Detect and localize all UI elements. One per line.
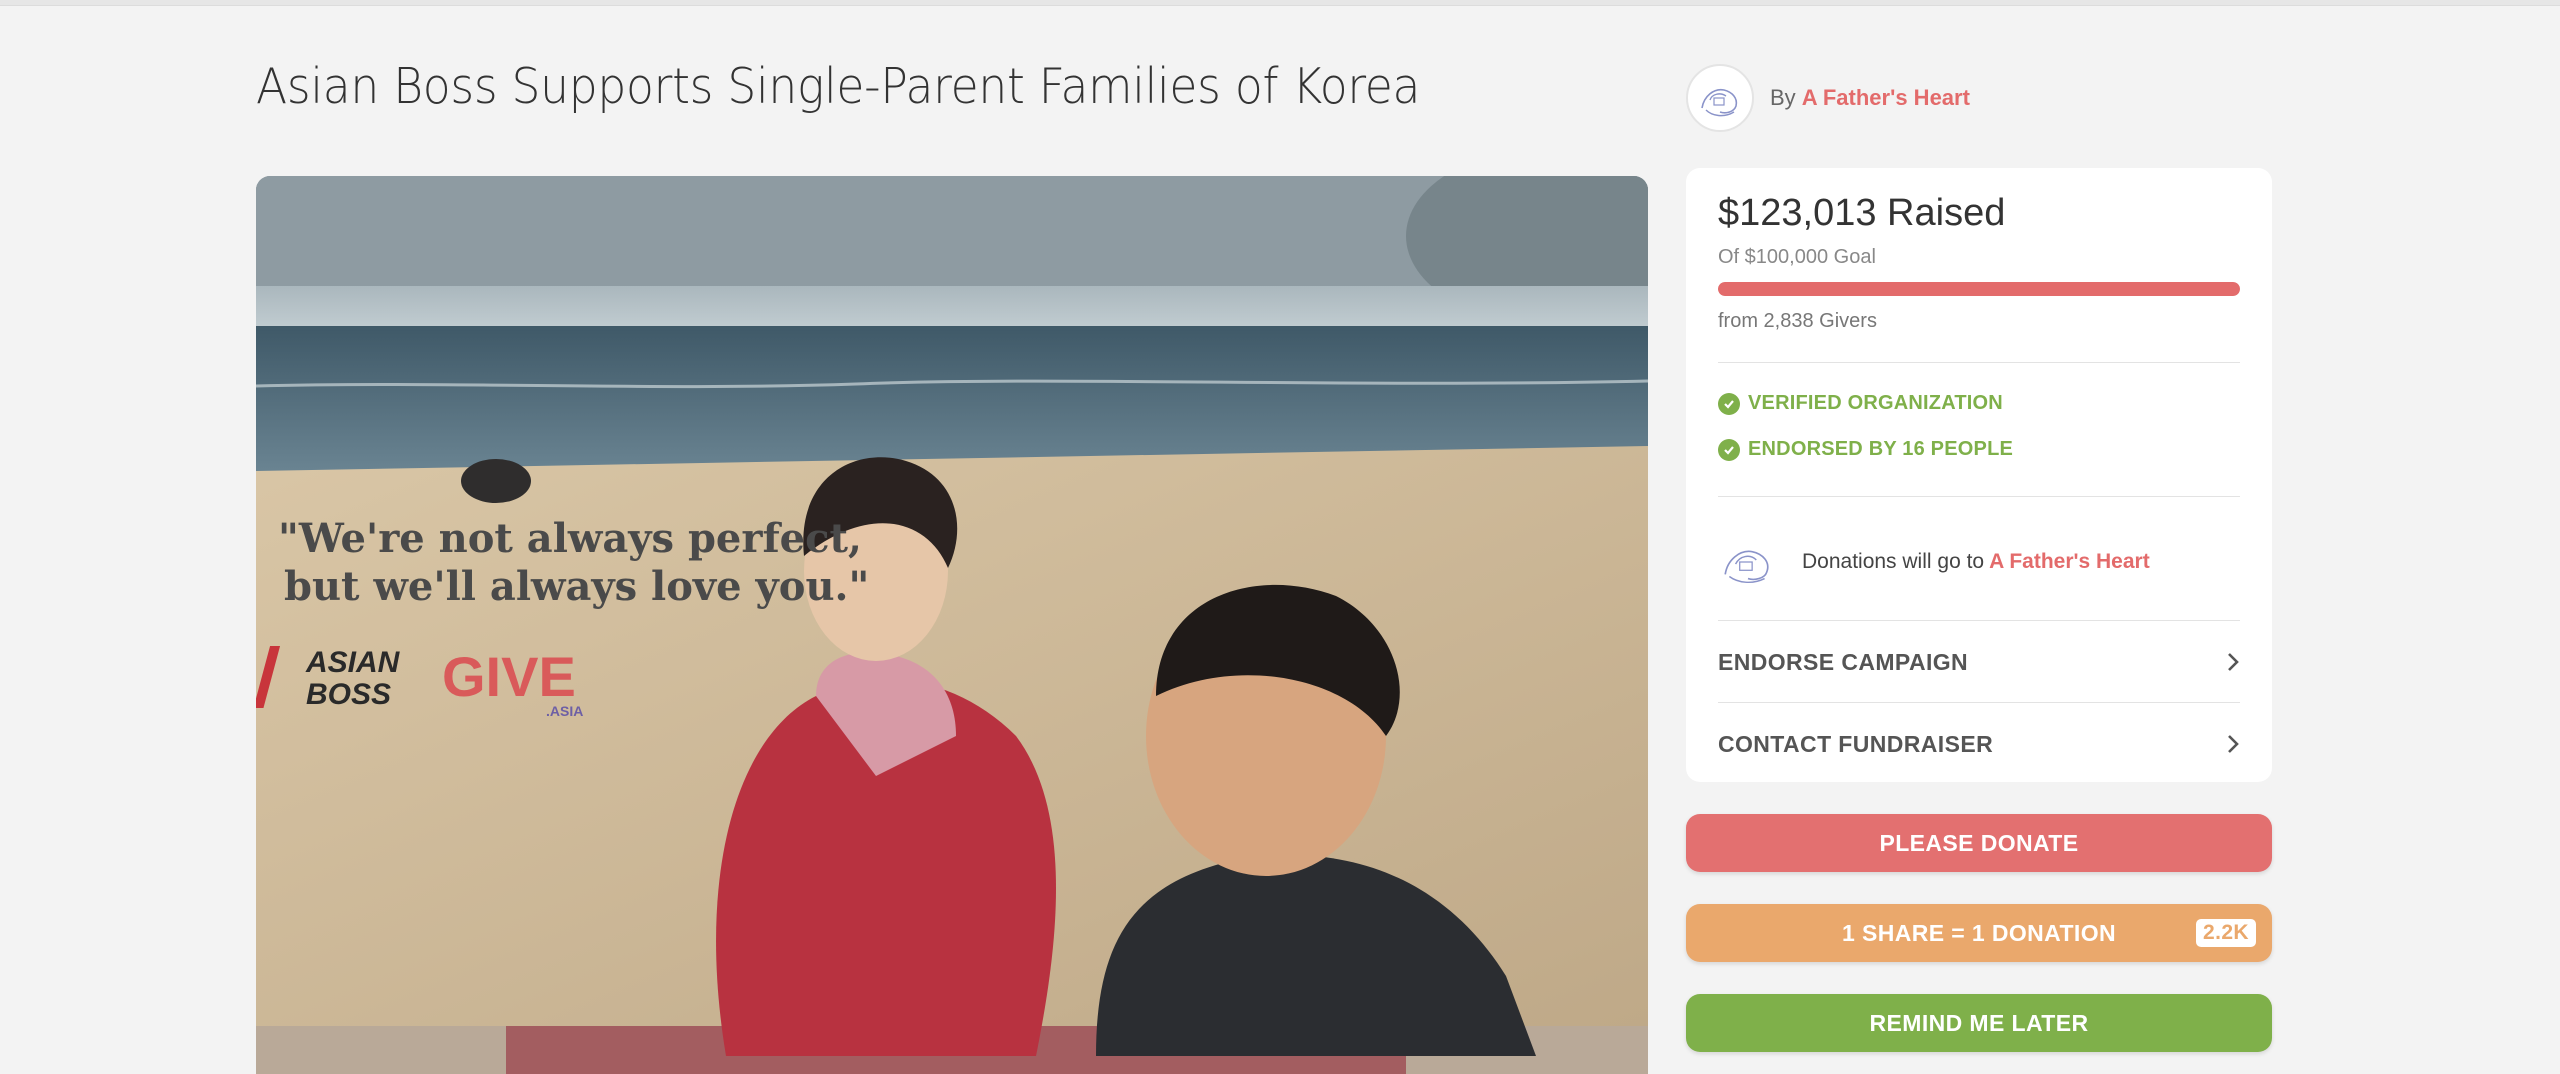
donate-button-label: PLEASE DONATE — [1879, 829, 2079, 856]
divider — [1718, 620, 2240, 621]
donation-destination: Donations will go to A Father's Heart — [1718, 532, 2150, 592]
verified-badge: VERIFIED ORGANIZATION — [1718, 392, 2003, 415]
endorse-campaign-label: ENDORSE CAMPAIGN — [1718, 648, 1969, 675]
organizer-link[interactable]: A Father's Heart — [1802, 85, 1970, 111]
organizer-row: By A Father's Heart — [1686, 64, 1970, 132]
progress-bar — [1718, 282, 2240, 296]
chevron-right-icon — [2228, 653, 2239, 671]
give-asia-logo: GIVE .ASIA — [442, 645, 583, 719]
donation-panel: $123,013 Raised Of $100,000 Goal from 2,… — [1686, 168, 2272, 782]
remind-button[interactable]: REMIND ME LATER — [1686, 994, 2272, 1052]
contact-fundraiser-label: CONTACT FUNDRAISER — [1718, 730, 1994, 757]
check-circle-icon — [1718, 438, 1740, 461]
givers-count: from 2,838 Givers — [1718, 310, 1877, 332]
svg-text:GIVE: GIVE — [442, 645, 576, 708]
organizer-avatar[interactable] — [1686, 64, 1754, 132]
destination-text: Donations will go to A Father's Heart — [1802, 550, 2150, 574]
destination-label: Donations will go to — [1802, 550, 1985, 573]
top-bar — [0, 0, 2560, 6]
svg-text:BOSS: BOSS — [306, 678, 391, 711]
divider — [1718, 362, 2240, 363]
endorsed-badge: ENDORSED BY 16 PEOPLE — [1718, 438, 2013, 461]
organizer-logo-icon — [1718, 532, 1778, 592]
campaign-hero-image: "We're not always perfect, but we'll alw… — [256, 176, 1648, 1074]
endorse-campaign-row[interactable]: ENDORSE CAMPAIGN — [1718, 642, 2240, 682]
progress-fill — [1718, 282, 2240, 296]
donate-button[interactable]: PLEASE DONATE — [1686, 814, 2272, 872]
organizer-logo-icon — [1701, 88, 1738, 117]
destination-org-link[interactable]: A Father's Heart — [1989, 550, 2150, 573]
goal-text: Of $100,000 Goal — [1718, 246, 1876, 268]
share-count-badge: 2.2K — [2196, 919, 2256, 947]
remind-button-label: REMIND ME LATER — [1869, 1009, 2089, 1036]
by-label: By — [1770, 85, 1796, 110]
verified-label: VERIFIED ORGANIZATION — [1748, 392, 2003, 414]
share-button[interactable]: 1 SHARE = 1 DONATION 2.2K — [1686, 904, 2272, 962]
share-button-label: 1 SHARE = 1 DONATION — [1841, 919, 2117, 946]
check-circle-icon — [1718, 392, 1740, 415]
hero-quote-line2: but we'll always love you." — [284, 563, 869, 610]
svg-text:ASIAN: ASIAN — [305, 646, 401, 679]
chevron-right-icon — [2228, 735, 2239, 753]
svg-text:.ASIA: .ASIA — [546, 703, 583, 719]
divider — [1718, 496, 2240, 497]
divider — [1718, 702, 2240, 703]
page-title: Asian Boss Supports Single-Parent Famili… — [256, 58, 1421, 115]
hero-quote-line1: "We're not always perfect, — [278, 515, 862, 562]
endorsed-label: ENDORSED BY 16 PEOPLE — [1748, 438, 2014, 460]
amount-raised: $123,013 Raised — [1718, 192, 2006, 234]
contact-fundraiser-row[interactable]: CONTACT FUNDRAISER — [1718, 724, 2240, 764]
